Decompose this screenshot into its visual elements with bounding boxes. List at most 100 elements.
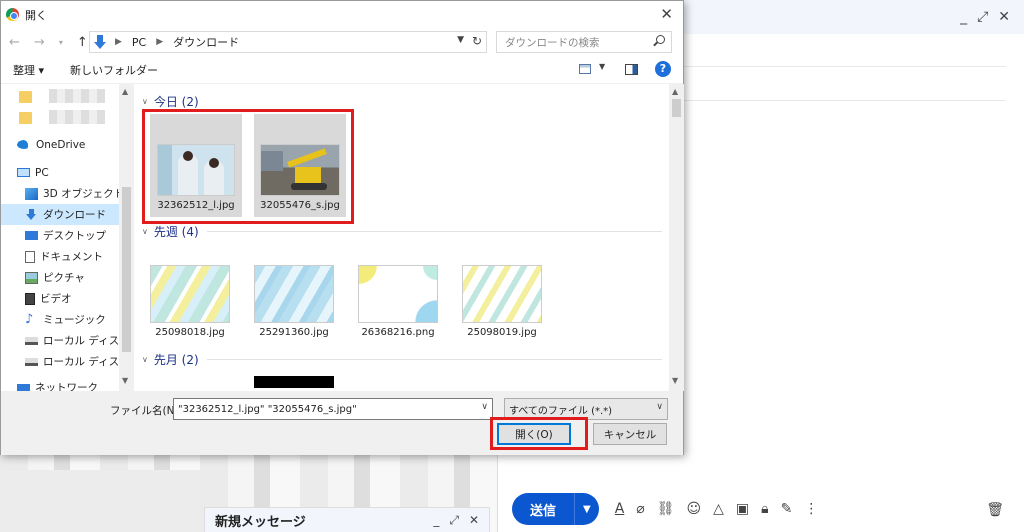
nav-label: ビデオ bbox=[40, 293, 72, 305]
refresh-icon[interactable]: ↻ bbox=[472, 34, 482, 48]
close-icon[interactable]: ✕ bbox=[469, 513, 479, 528]
filetype-select[interactable]: すべてのファイル (*.*) ∨ bbox=[504, 398, 668, 420]
nav-label: PC bbox=[35, 166, 49, 179]
scroll-thumb[interactable] bbox=[122, 187, 131, 352]
computer-icon bbox=[17, 168, 30, 177]
breadcrumb-downloads[interactable]: ダウンロード bbox=[173, 34, 239, 50]
nav-item-3d-objects[interactable]: 3D オブジェクト bbox=[1, 183, 119, 204]
file-item[interactable]: 25098019.jpg bbox=[454, 265, 550, 338]
chevron-down-icon[interactable]: ▼ bbox=[457, 35, 464, 45]
send-button[interactable]: 送信 ▼ bbox=[512, 493, 599, 525]
file-name: 25098019.jpg bbox=[467, 327, 537, 338]
nav-label: ローカル ディスク (D bbox=[43, 356, 119, 368]
nav-item-onedrive[interactable]: OneDrive bbox=[1, 134, 119, 155]
nav-label: OneDrive bbox=[36, 138, 86, 151]
file-open-dialog: 開く ✕ ← → ▾ ↑ ▶ PC ▶ ダウンロード ▼ ↻ ダウンロードの検索… bbox=[0, 0, 684, 455]
minimize-icon[interactable]: _ bbox=[433, 513, 439, 528]
nav-item-videos[interactable]: ビデオ bbox=[1, 288, 119, 309]
nav-item-pictures[interactable]: ピクチャ bbox=[1, 267, 119, 288]
file-name: 26368216.png bbox=[361, 327, 435, 338]
drive-icon[interactable]: △ bbox=[713, 501, 724, 517]
emoji-icon[interactable]: ☺ bbox=[687, 501, 702, 517]
scroll-down-icon[interactable]: ▼ bbox=[672, 376, 678, 385]
group-label: 先週 (4) bbox=[153, 225, 199, 239]
file-item[interactable] bbox=[246, 376, 342, 388]
nav-item-local-disk-d[interactable]: ローカル ディスク (D bbox=[1, 351, 119, 372]
scroll-down-icon[interactable]: ▼ bbox=[122, 376, 128, 385]
scroll-thumb[interactable] bbox=[672, 99, 681, 117]
video-icon bbox=[25, 292, 35, 305]
file-item[interactable]: 32362512_l.jpg bbox=[150, 114, 242, 217]
nav-item-desktop[interactable]: デスクトップ bbox=[1, 225, 119, 246]
close-icon[interactable]: ✕ bbox=[660, 5, 673, 23]
chevron-down-icon[interactable]: ∨ bbox=[142, 355, 148, 364]
up-icon[interactable]: ↑ bbox=[77, 35, 88, 50]
file-item[interactable]: 25098018.jpg bbox=[142, 265, 238, 338]
address-bar[interactable]: ▶ PC ▶ ダウンロード ▼ ↻ bbox=[89, 31, 487, 53]
send-label[interactable]: 送信 bbox=[512, 493, 576, 525]
chevron-down-icon[interactable]: ∨ bbox=[656, 402, 663, 412]
expand-icon[interactable]: ⤢ bbox=[449, 513, 459, 528]
nav-item-pc[interactable]: PC bbox=[1, 162, 119, 183]
send-options-icon[interactable]: ▼ bbox=[575, 493, 599, 525]
nav-item-network[interactable]: ネットワーク bbox=[1, 377, 119, 391]
view-options-icon[interactable] bbox=[579, 64, 591, 74]
download-folder-icon bbox=[93, 35, 107, 49]
organize-button[interactable]: 整理 ▾ bbox=[13, 62, 44, 78]
nav-label: ローカル ディスク (C bbox=[43, 335, 119, 347]
group-header-today[interactable]: ∨ 今日 (2) bbox=[142, 93, 662, 110]
chevron-right-icon[interactable]: ▶ bbox=[115, 37, 122, 47]
scroll-up-icon[interactable]: ▲ bbox=[122, 87, 128, 96]
scroll-up-icon[interactable]: ▲ bbox=[672, 87, 678, 96]
chrome-logo-icon bbox=[6, 8, 19, 21]
breadcrumb-pc[interactable]: PC bbox=[132, 36, 146, 49]
nav-item-documents[interactable]: ドキュメント bbox=[1, 246, 119, 267]
help-icon[interactable]: ? bbox=[655, 61, 671, 77]
trash-icon[interactable]: 🗑︎ bbox=[986, 502, 1004, 518]
group-header-last-week[interactable]: ∨ 先週 (4) bbox=[142, 223, 662, 240]
file-list-scrollbar[interactable]: ▲ ▼ bbox=[669, 84, 684, 391]
nav-item-downloads[interactable]: ダウンロード bbox=[1, 204, 119, 225]
new-folder-button[interactable]: 新しいフォルダー bbox=[70, 62, 158, 78]
back-icon[interactable]: ← bbox=[9, 35, 20, 50]
drive-icon bbox=[25, 357, 38, 366]
blurred-label bbox=[49, 89, 105, 103]
chevron-right-icon[interactable]: ▶ bbox=[156, 37, 163, 47]
search-input[interactable]: ダウンロードの検索 bbox=[496, 31, 672, 53]
lock-icon[interactable]: 🔒︎ bbox=[761, 501, 768, 517]
nav-scrollbar[interactable]: ▲ ▼ bbox=[119, 84, 134, 391]
mini-compose-bar[interactable]: 新規メッセージ _ ⤢ ✕ bbox=[204, 507, 490, 532]
photo-icon[interactable]: ▣ bbox=[736, 501, 749, 517]
preview-pane-icon[interactable] bbox=[625, 64, 638, 75]
chevron-down-icon[interactable]: ∨ bbox=[481, 402, 488, 412]
dialog-footer: ファイル名(N): "32362512_l.jpg" "32055476_s.j… bbox=[1, 391, 683, 455]
desktop-icon bbox=[25, 231, 38, 240]
open-button[interactable]: 開く(O) bbox=[497, 423, 571, 445]
close-icon[interactable]: ✕ bbox=[998, 9, 1010, 25]
minimize-icon[interactable]: _ bbox=[960, 9, 967, 25]
cancel-button[interactable]: キャンセル bbox=[593, 423, 667, 445]
attach-icon[interactable]: ⌀ bbox=[636, 501, 644, 517]
search-icon[interactable] bbox=[656, 35, 665, 44]
file-thumbnail bbox=[254, 265, 334, 323]
nav-item-local-disk-c[interactable]: ローカル ディスク (C bbox=[1, 330, 119, 351]
forward-icon[interactable]: → bbox=[34, 35, 45, 50]
folder-icon bbox=[19, 111, 32, 124]
recent-dropdown-icon[interactable]: ▾ bbox=[59, 38, 63, 50]
chevron-down-icon[interactable]: ∨ bbox=[142, 97, 148, 106]
signature-icon[interactable]: ✎ bbox=[781, 501, 793, 517]
more-options-icon[interactable]: ⋮ bbox=[804, 501, 818, 517]
file-item[interactable]: 32055476_s.jpg bbox=[254, 114, 346, 217]
file-item[interactable]: 26368216.png bbox=[350, 265, 446, 338]
group-label: 今日 (2) bbox=[153, 95, 199, 109]
chevron-down-icon[interactable]: ∨ bbox=[142, 227, 148, 236]
link-icon[interactable]: ⛓ bbox=[657, 501, 675, 517]
group-header-last-month[interactable]: ∨ 先月 (2) bbox=[142, 351, 662, 368]
filename-input[interactable]: "32362512_l.jpg" "32055476_s.jpg" ∨ bbox=[173, 398, 493, 420]
formatting-icon[interactable]: A bbox=[615, 501, 625, 517]
network-icon bbox=[17, 383, 30, 391]
chevron-down-icon[interactable]: ▼ bbox=[599, 62, 605, 71]
file-item[interactable]: 25291360.jpg bbox=[246, 265, 342, 338]
nav-item-music[interactable]: ♪ ミュージック bbox=[1, 309, 119, 330]
expand-icon[interactable]: ⤢ bbox=[977, 9, 988, 25]
